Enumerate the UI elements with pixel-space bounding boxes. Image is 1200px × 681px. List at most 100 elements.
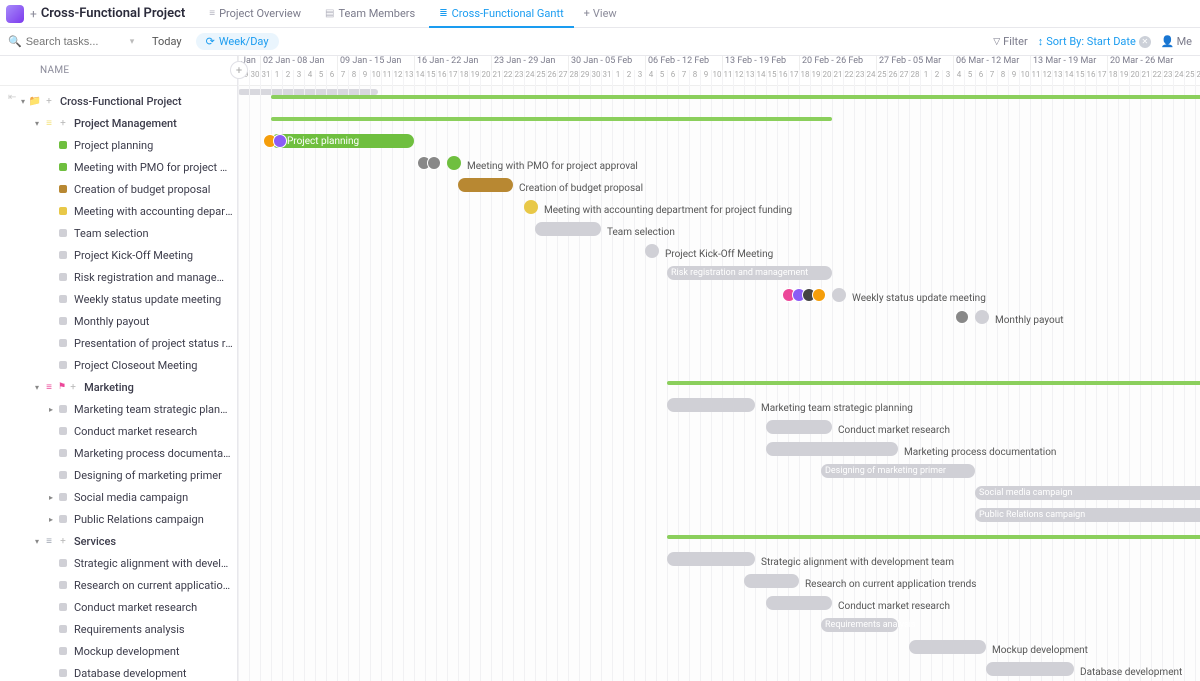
status-icon[interactable] xyxy=(56,493,70,501)
task-row[interactable]: ▸Public Relations campaign xyxy=(0,508,237,530)
status-icon[interactable] xyxy=(56,361,70,369)
summary-bar[interactable] xyxy=(667,535,1200,539)
status-icon[interactable] xyxy=(56,339,70,347)
status-icon[interactable] xyxy=(56,317,70,325)
task-bar[interactable]: Marketing team strategic planning xyxy=(667,398,755,412)
task-row[interactable]: Designing of marketing primer xyxy=(0,464,237,486)
clear-sort-icon[interactable]: ✕ xyxy=(1139,36,1151,48)
group-row[interactable]: ▾≡+Project Management xyxy=(0,112,237,134)
milestone[interactable]: Meeting with PMO for project approval xyxy=(447,156,461,170)
avatar-stack[interactable] xyxy=(959,310,969,324)
status-icon[interactable] xyxy=(56,163,70,171)
gantt-chart[interactable]: Jan02 Jan - 08 Jan09 Jan - 15 Jan16 Jan … xyxy=(238,56,1200,681)
task-row[interactable]: Mockup development xyxy=(0,640,237,662)
task-bar[interactable]: Research on current application trends xyxy=(744,574,799,588)
task-row[interactable]: ▸Social media campaign xyxy=(0,486,237,508)
status-icon[interactable] xyxy=(56,515,70,523)
group-row[interactable]: ▾📁+Cross-Functional Project xyxy=(0,90,237,112)
group-row[interactable]: ▾≡⚑+Marketing xyxy=(0,376,237,398)
tab-cross-functional-gantt[interactable]: ≣Cross-Functional Gantt xyxy=(429,0,573,27)
search-box[interactable]: 🔍 ▾ xyxy=(8,35,138,48)
task-row[interactable]: Risk registration and management xyxy=(0,266,237,288)
caret-icon[interactable]: ▸ xyxy=(46,405,56,414)
task-bar[interactable]: Risk registration and management xyxy=(667,266,832,280)
me-filter-button[interactable]: 👤Me xyxy=(1161,35,1192,48)
status-icon[interactable] xyxy=(56,625,70,633)
filter-button[interactable]: ▽Filter xyxy=(993,35,1028,48)
status-icon[interactable] xyxy=(56,603,70,611)
caret-icon[interactable]: ▾ xyxy=(32,537,42,546)
milestone[interactable]: Project Kick-Off Meeting xyxy=(645,244,659,258)
task-bar[interactable]: Team selection xyxy=(535,222,601,236)
task-bar[interactable]: Mockup development xyxy=(909,640,986,654)
caret-icon[interactable]: ▸ xyxy=(46,515,56,524)
caret-icon[interactable]: ▾ xyxy=(32,119,42,128)
task-bar[interactable]: Social media campaign xyxy=(975,486,1200,500)
milestone[interactable]: Monthly payout xyxy=(975,310,989,324)
status-icon[interactable] xyxy=(56,427,70,435)
status-icon[interactable] xyxy=(56,185,70,193)
status-icon[interactable] xyxy=(56,471,70,479)
project-title[interactable]: Cross-Functional Project xyxy=(41,6,185,21)
avatar-stack[interactable] xyxy=(267,134,287,148)
task-row[interactable]: Meeting with accounting depart... xyxy=(0,200,237,222)
plus-icon[interactable]: + xyxy=(56,536,70,547)
task-bar[interactable]: Public Relations campaign xyxy=(975,508,1200,522)
status-icon[interactable] xyxy=(56,669,70,677)
avatar-stack[interactable] xyxy=(421,156,441,170)
task-row[interactable]: ▸Marketing team strategic planning xyxy=(0,398,237,420)
summary-bar[interactable] xyxy=(271,117,832,121)
milestone[interactable]: Meeting with accounting department for p… xyxy=(524,200,538,214)
status-icon[interactable] xyxy=(56,273,70,281)
caret-icon[interactable]: ▾ xyxy=(18,97,28,106)
task-row[interactable]: Meeting with PMO for project a... xyxy=(0,156,237,178)
task-row[interactable]: Conduct market research xyxy=(0,420,237,442)
task-bar[interactable]: Project planning xyxy=(271,134,414,148)
tab-project-overview[interactable]: ≡Project Overview xyxy=(199,0,311,27)
summary-bar[interactable] xyxy=(667,381,1200,385)
task-row[interactable]: Strategic alignment with develop... xyxy=(0,552,237,574)
task-row[interactable]: Conduct market research xyxy=(0,596,237,618)
task-bar[interactable]: Marketing process documentation xyxy=(766,442,898,456)
task-row[interactable]: Project planning xyxy=(0,134,237,156)
task-row[interactable]: Marketing process documentation xyxy=(0,442,237,464)
task-row[interactable]: Project Kick-Off Meeting xyxy=(0,244,237,266)
today-button[interactable]: Today xyxy=(146,33,188,50)
task-row[interactable]: Monthly payout xyxy=(0,310,237,332)
caret-icon[interactable]: ▾ xyxy=(32,383,42,392)
plus-icon[interactable]: + xyxy=(56,118,70,129)
status-icon[interactable] xyxy=(56,141,70,149)
status-icon[interactable] xyxy=(56,229,70,237)
task-row[interactable]: Presentation of project status re... xyxy=(0,332,237,354)
milestone[interactable]: Weekly status update meeting xyxy=(832,288,846,302)
task-bar[interactable]: Designing of marketing primer xyxy=(821,464,975,478)
status-icon[interactable] xyxy=(56,581,70,589)
sort-button[interactable]: ↕Sort By: Start Date✕ xyxy=(1038,35,1151,48)
tab-team-members[interactable]: ▤Team Members xyxy=(315,0,425,27)
task-row[interactable]: Weekly status update meeting xyxy=(0,288,237,310)
status-icon[interactable] xyxy=(56,449,70,457)
task-bar[interactable]: Requirements analysis xyxy=(821,618,898,632)
search-input[interactable] xyxy=(26,36,126,48)
chevron-down-icon[interactable]: ▾ xyxy=(130,37,135,47)
task-bar[interactable]: Creation of budget proposal xyxy=(458,178,513,192)
task-row[interactable]: Creation of budget proposal xyxy=(0,178,237,200)
status-icon[interactable] xyxy=(56,251,70,259)
task-row[interactable]: Database development xyxy=(0,662,237,681)
caret-icon[interactable]: ▸ xyxy=(46,493,56,502)
add-task-button[interactable]: + xyxy=(230,61,248,79)
add-view-button[interactable]: +View xyxy=(574,7,627,20)
avatar-stack[interactable] xyxy=(786,288,826,302)
plus-icon[interactable]: + xyxy=(42,96,56,107)
plus-icon[interactable]: + xyxy=(30,7,37,21)
task-bar[interactable]: Database development xyxy=(986,662,1074,676)
group-row[interactable]: ▾≡+Services xyxy=(0,530,237,552)
task-row[interactable]: Research on current application ... xyxy=(0,574,237,596)
plus-icon[interactable]: + xyxy=(66,382,80,393)
task-bar[interactable]: Strategic alignment with development tea… xyxy=(667,552,755,566)
status-icon[interactable] xyxy=(56,295,70,303)
task-row[interactable]: Team selection xyxy=(0,222,237,244)
summary-bar[interactable] xyxy=(271,95,1200,99)
status-icon[interactable] xyxy=(56,405,70,413)
task-row[interactable]: Requirements analysis xyxy=(0,618,237,640)
